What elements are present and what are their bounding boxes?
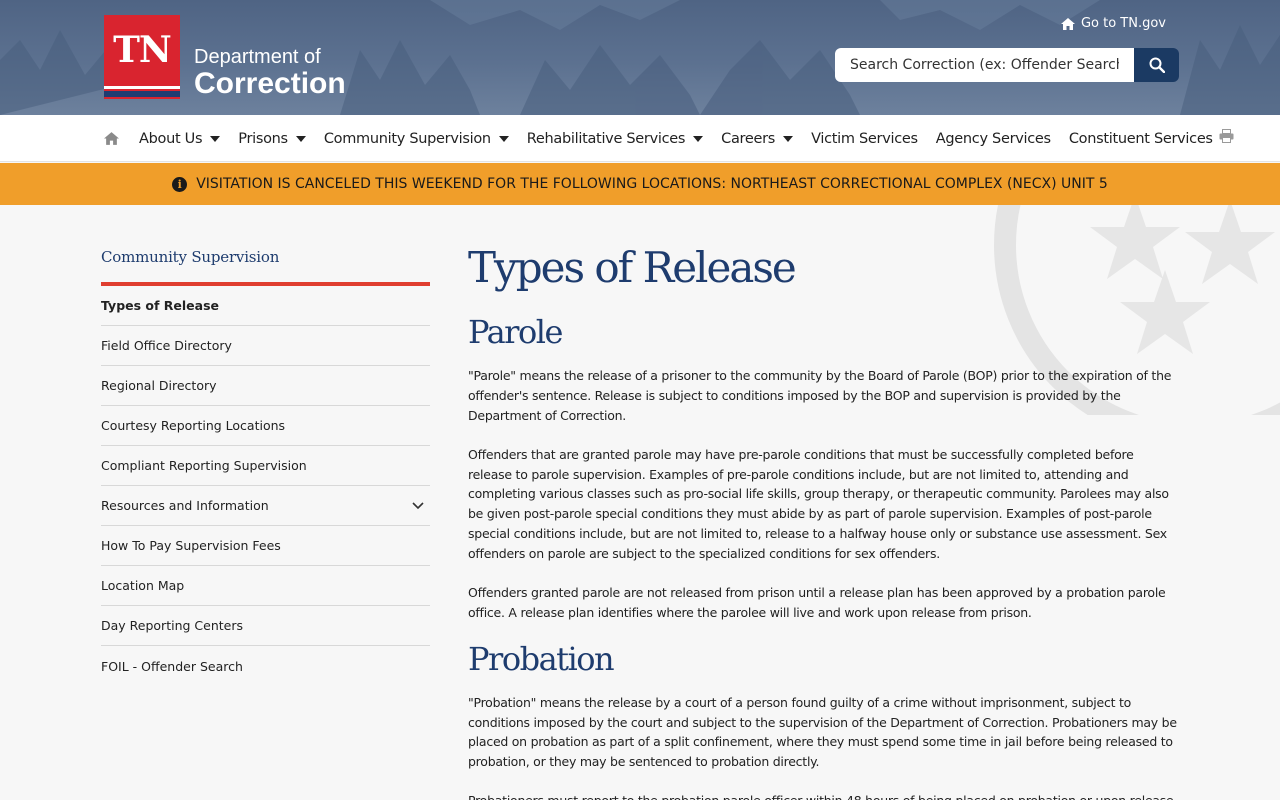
nav-rehabilitative-services[interactable]: Rehabilitative Services [526, 130, 704, 147]
sidebar-item-compliant-reporting[interactable]: Compliant Reporting Supervision [101, 446, 430, 486]
logo-line-2: Correction [194, 67, 346, 100]
sidebar-item-label: How To Pay Supervision Fees [101, 538, 281, 553]
nav-label: Careers [721, 130, 776, 147]
sidebar-item-label: Field Office Directory [101, 338, 232, 353]
chevron-down-icon[interactable] [412, 501, 424, 510]
nav-label: Victim Services [811, 130, 918, 147]
section-heading-probation: Probation [468, 639, 615, 678]
nav-victim-services[interactable]: Victim Services [811, 131, 918, 147]
caret-down-icon [693, 135, 704, 142]
nav-careers[interactable]: Careers [721, 130, 794, 147]
logo-wordmark: Department of Correction [194, 47, 346, 99]
alert-text: VISITATION IS CANCELED THIS WEEKEND FOR … [196, 176, 1108, 192]
search-form [835, 48, 1179, 82]
sidebar-item-day-reporting[interactable]: Day Reporting Centers [101, 606, 430, 646]
caret-down-icon [498, 135, 509, 142]
print-button[interactable] [1219, 128, 1234, 147]
sidebar-item-courtesy-reporting[interactable]: Courtesy Reporting Locations [101, 406, 430, 446]
sidebar-item-label: Compliant Reporting Supervision [101, 458, 307, 473]
sidebar-item-types-of-release[interactable]: Types of Release [101, 286, 430, 326]
nav-label: Prisons [238, 130, 288, 147]
main-content: Types of Release Parole "Parole" means t… [468, 240, 1180, 800]
sidebar-item-label: Resources and Information [101, 498, 269, 513]
sidebar-item-label: Courtesy Reporting Locations [101, 418, 286, 433]
nav-label: About Us [139, 130, 203, 147]
nav-label: Agency Services [935, 130, 1051, 147]
alert-banner: i VISITATION IS CANCELED THIS WEEKEND FO… [0, 163, 1280, 205]
nav-about-us[interactable]: About Us [139, 130, 221, 147]
page-title: Types of Release [468, 243, 797, 292]
home-icon [1060, 17, 1075, 30]
sidebar-item-field-office-directory[interactable]: Field Office Directory [101, 326, 430, 366]
search-input[interactable] [835, 48, 1134, 82]
nav-label: Constituent Services [1068, 130, 1213, 147]
sidebar-list: Types of Release Field Office Directory … [101, 286, 430, 686]
logo-mark-text: TN [113, 29, 172, 71]
sidebar-title[interactable]: Community Supervision [101, 248, 430, 286]
main-nav: About Us Prisons Community Supervision R… [0, 115, 1280, 162]
sidebar: Community Supervision Types of Release F… [101, 248, 430, 686]
parole-paragraph-2: Offenders that are granted parole may ha… [468, 446, 1169, 561]
nav-label: Rehabilitative Services [526, 130, 686, 147]
print-icon [1219, 129, 1234, 143]
home-icon [104, 132, 119, 145]
search-icon [1149, 57, 1165, 73]
sidebar-item-foil[interactable]: FOIL - Offender Search [101, 646, 430, 686]
sidebar-item-resources[interactable]: Resources and Information [101, 486, 430, 526]
search-button[interactable] [1134, 48, 1179, 82]
parole-paragraph-1: "Parole" means the release of a prisoner… [468, 368, 1172, 423]
caret-down-icon [295, 135, 306, 142]
sidebar-item-label: Types of Release [101, 298, 220, 313]
site-logo[interactable]: TN Department of Correction [104, 15, 346, 99]
goto-tn-label: Go to TN.gov [1080, 16, 1166, 31]
sidebar-item-label: Regional Directory [101, 378, 217, 393]
logo-line-1: Department of [194, 46, 321, 68]
info-icon: i [172, 176, 188, 192]
caret-down-icon [783, 135, 794, 142]
parole-paragraph-3: Offenders granted parole are not release… [468, 585, 1166, 620]
goto-tn-link[interactable]: Go to TN.gov [1060, 16, 1166, 31]
sidebar-item-pay-fees[interactable]: How To Pay Supervision Fees [101, 526, 430, 566]
sidebar-item-label: Location Map [101, 578, 185, 593]
nav-home[interactable] [104, 132, 119, 145]
nav-constituent-services[interactable]: Constituent Services [1069, 131, 1213, 147]
section-heading-parole: Parole [468, 313, 563, 351]
nav-agency-services[interactable]: Agency Services [936, 131, 1051, 147]
site-header: TN Department of Correction Go to TN.gov [0, 0, 1280, 115]
sidebar-item-regional-directory[interactable]: Regional Directory [101, 366, 430, 406]
tn-logo-mark: TN [104, 15, 180, 99]
probation-paragraph-1: "Probation" means the release by a court… [468, 694, 1177, 770]
sidebar-item-label: FOIL - Offender Search [101, 658, 243, 674]
nav-prisons[interactable]: Prisons [238, 131, 306, 147]
nav-community-supervision[interactable]: Community Supervision [324, 131, 509, 147]
sidebar-item-location-map[interactable]: Location Map [101, 566, 430, 606]
caret-down-icon [210, 135, 221, 142]
probation-paragraph-2: Probationers must report to the probatio… [468, 791, 1180, 800]
nav-label: Community Supervision [323, 130, 491, 147]
sidebar-item-label: Day Reporting Centers [101, 618, 243, 633]
